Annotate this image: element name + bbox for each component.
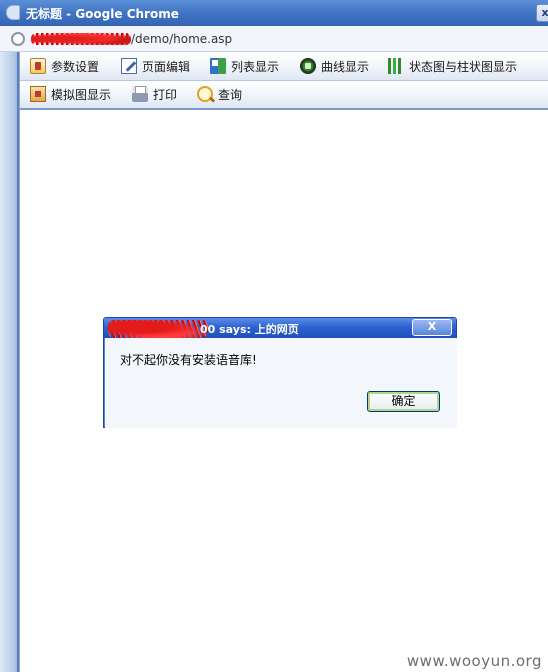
- dialog-close-button[interactable]: X: [412, 319, 452, 336]
- toolbar-item-label: 模拟图显示: [51, 88, 112, 102]
- toolbar-item-query[interactable]: 查询: [197, 86, 242, 104]
- toolbar-row-2: 模拟图显示 打印 查询: [20, 81, 548, 109]
- mock-icon: [30, 86, 46, 102]
- window-title-bar[interactable]: 无标题 - Google Chrome x: [0, 0, 548, 26]
- chrome-icon: [6, 5, 20, 20]
- toolbar-item-label: 打印: [153, 88, 178, 102]
- toolbar-item-bar-chart[interactable]: 状态图与柱状图显示: [388, 58, 517, 76]
- window-title: 无标题 - Google Chrome: [26, 7, 179, 21]
- toolbar-item-edit[interactable]: 页面编辑: [121, 58, 190, 76]
- printer-icon: [132, 86, 148, 102]
- search-icon: [197, 86, 213, 102]
- window-close-button[interactable]: x: [536, 4, 548, 22]
- toolbar-item-mock[interactable]: 模拟图显示: [30, 86, 111, 104]
- toolbar-item-label: 参数设置: [51, 60, 100, 74]
- toolbar-row-1: 参数设置 页面编辑 列表显示 曲线显示 状态图与柱状图显示: [20, 53, 548, 81]
- toolbar-item-label: 列表显示: [231, 60, 280, 74]
- toolbar-item-label: 页面编辑: [142, 60, 191, 74]
- address-bar[interactable]: /demo/home.asp: [0, 26, 548, 52]
- watermark: www.wooyun.org: [406, 652, 542, 670]
- settings-icon: [30, 58, 46, 74]
- page-info-icon[interactable]: [11, 32, 25, 46]
- bar-chart-icon: [388, 58, 404, 74]
- toolbar-item-print[interactable]: 打印: [132, 86, 177, 104]
- ok-button[interactable]: 确定: [367, 391, 440, 412]
- toolbar-item-label: 曲线显示: [321, 60, 370, 74]
- toolbar-item-settings[interactable]: 参数设置: [30, 58, 99, 76]
- toolbar-item-curve[interactable]: 曲线显示: [300, 58, 369, 76]
- left-frame-bar: [0, 52, 20, 672]
- curve-icon: [300, 58, 316, 74]
- redacted-origin-scribble: [108, 320, 208, 338]
- toolbar-item-label: 状态图与柱状图显示: [409, 60, 518, 74]
- list-icon: [210, 58, 226, 74]
- edit-icon: [121, 58, 137, 74]
- toolbar-item-list[interactable]: 列表显示: [210, 58, 279, 76]
- dialog-title: 00 says: 上的网页: [200, 323, 299, 336]
- dialog-message: 对不起你没有安装语音库!: [120, 353, 257, 367]
- url-path[interactable]: /demo/home.asp: [131, 32, 232, 46]
- dialog-body: 对不起你没有安装语音库! 确定: [105, 338, 457, 428]
- alert-dialog: 00 says: 上的网页 X 对不起你没有安装语音库! 确定: [103, 317, 457, 428]
- redacted-host-scribble: [31, 33, 131, 45]
- dialog-title-bar[interactable]: 00 says: 上的网页 X: [104, 318, 456, 338]
- toolbar-item-label: 查询: [218, 88, 243, 102]
